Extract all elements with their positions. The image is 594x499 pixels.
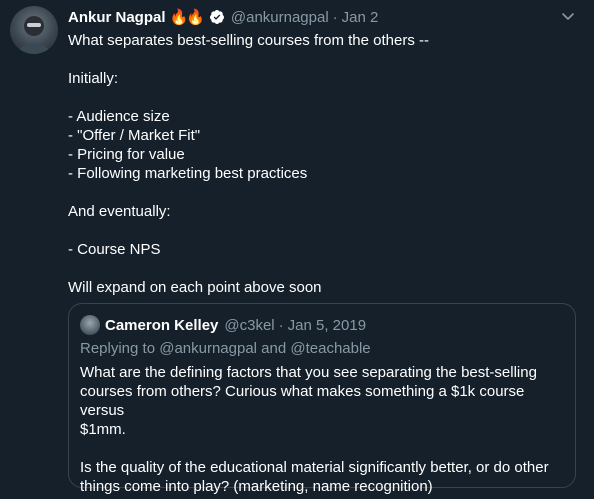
quoted-tweet-header: Cameron Kelley @c3kel · Jan 5, 2019 — [80, 315, 366, 335]
verified-badge-icon — [209, 9, 225, 25]
author-handle[interactable]: @ankurnagpal — [231, 9, 329, 26]
author-avatar[interactable] — [10, 6, 58, 54]
tweet-body: What separates best-selling courses from… — [68, 31, 578, 297]
tweet-date[interactable]: Jan 2 — [342, 9, 379, 26]
quoted-tweet-date: Jan 5, 2019 — [287, 316, 367, 334]
quoted-author-avatar — [80, 315, 100, 335]
tweet-line: Will expand on each point above soon — [68, 279, 322, 296]
reply-context: Replying to @ankurnagpal and @teachable — [80, 340, 371, 357]
tweet-line: What separates best-selling courses from… — [68, 32, 429, 49]
author-name[interactable]: Ankur Nagpal — [68, 9, 166, 26]
separator-dot: · — [278, 316, 284, 334]
tweet-header: Ankur Nagpal 🔥🔥 @ankurnagpal · Jan 2 — [68, 6, 378, 28]
quoted-line: Is the quality of the educational materi… — [80, 459, 549, 476]
quoted-author-name: Cameron Kelley — [105, 316, 219, 334]
quoted-line: things come into play? (marketing, name … — [80, 478, 433, 495]
tweet-line: Initially: — [68, 70, 119, 87]
quoted-author-handle: @c3kel — [224, 316, 275, 334]
tweet-line: - "Offer / Market Fit" — [68, 127, 201, 144]
separator-dot: · — [332, 8, 338, 26]
fire-emoji: 🔥🔥 — [169, 9, 205, 26]
tweet-line: - Audience size — [68, 108, 170, 125]
quoted-line: $1mm. — [80, 421, 126, 438]
avatar-illustration — [18, 16, 50, 54]
quoted-tweet-body: What are the defining factors that you s… — [80, 363, 566, 496]
quoted-line: courses from others? Curious what makes … — [80, 383, 525, 419]
tweet-line: - Following marketing best practices — [68, 165, 308, 182]
quoted-line: What are the defining factors that you s… — [80, 364, 537, 381]
chevron-down-icon[interactable] — [560, 8, 576, 29]
tweet-line: - Pricing for value — [68, 146, 185, 163]
quoted-tweet[interactable]: Cameron Kelley @c3kel · Jan 5, 2019 Repl… — [68, 303, 576, 495]
tweet-line: - Course NPS — [68, 241, 161, 258]
tweet-line: And eventually: — [68, 203, 171, 220]
